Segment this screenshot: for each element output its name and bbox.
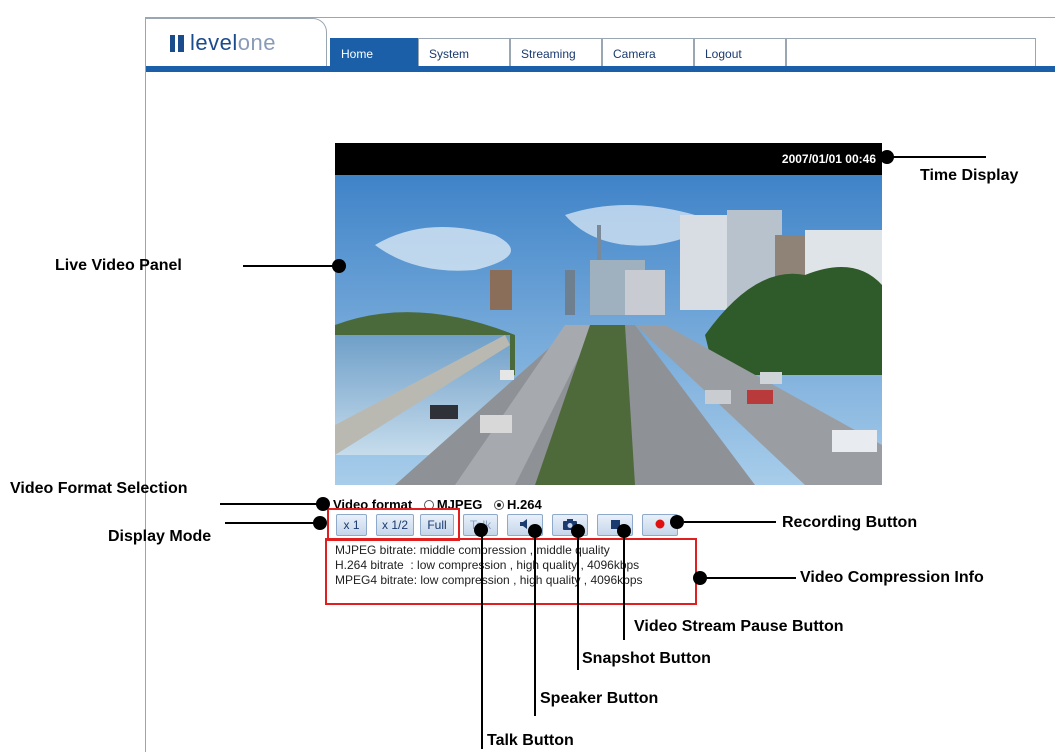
callout-talk: Talk Button (487, 732, 574, 749)
speaker-callout-line (534, 530, 536, 716)
compression-callout-line (706, 577, 796, 579)
header-accent-bar (146, 66, 1055, 72)
callout-speaker: Speaker Button (540, 690, 659, 707)
tab-system[interactable]: System (418, 38, 510, 66)
tab-camera[interactable]: Camera (602, 38, 694, 66)
talk-callout-dot (474, 523, 488, 537)
h264-bitrate-text: H.264 bitrate : low compression , high q… (335, 558, 640, 572)
callout-snapshot: Snapshot Button (582, 650, 711, 667)
recording-callout-line (684, 521, 776, 523)
tab-logout[interactable]: Logout (694, 38, 786, 66)
callout-time-display: Time Display (920, 167, 1019, 184)
levelone-logo-icon (170, 35, 184, 52)
top-nav: Home System Streaming Camera Logout (330, 38, 1036, 66)
levelone-logo: levelone (170, 30, 276, 56)
pause-callout-dot (617, 524, 631, 538)
tab-streaming[interactable]: Streaming (510, 38, 602, 66)
logo-text: level (190, 30, 238, 55)
compression-callout-dot (693, 571, 707, 585)
record-dot-icon (655, 519, 665, 529)
format-callout-line (220, 503, 320, 505)
callout-live-video: Live Video Panel (55, 257, 182, 274)
speaker-callout-dot (528, 524, 542, 538)
live-video-panel (335, 175, 882, 485)
callout-display-mode: Display Mode (108, 528, 212, 545)
callout-pause: Video Stream Pause Button (634, 618, 844, 635)
mpeg4-bitrate-text: MPEG4 bitrate: low compression , high qu… (335, 573, 643, 587)
snapshot-callout-line (577, 530, 579, 670)
callout-compression: Video Compression Info (800, 569, 984, 586)
recording-callout-dot (670, 515, 684, 529)
logo-text-accent: one (237, 30, 276, 55)
live-video-image (335, 175, 882, 485)
live-video-callout-dot (332, 259, 346, 273)
callout-recording: Recording Button (782, 514, 918, 531)
callout-format-selection: Video Format Selection (10, 480, 188, 497)
display-mode-callout-line (225, 522, 317, 524)
snapshot-callout-dot (571, 524, 585, 538)
time-display-callout-line (893, 156, 986, 158)
display-mode-highlight (327, 508, 460, 541)
format-callout-dot (316, 497, 330, 511)
h264-radio[interactable] (493, 500, 504, 510)
display-mode-callout-dot (313, 516, 327, 530)
nav-empty-cell (786, 38, 1036, 66)
talk-callout-line (481, 527, 483, 749)
compression-info: MJPEG bitrate: middle compression , midd… (335, 543, 643, 588)
timestamp: 2007/01/01 00:46 (781, 152, 876, 166)
live-video-callout-line (243, 265, 338, 267)
pause-callout-line (623, 530, 625, 640)
tab-home[interactable]: Home (330, 38, 418, 66)
mjpeg-bitrate-text: MJPEG bitrate: middle compression , midd… (335, 543, 610, 557)
h264-option-label: H.264 (506, 497, 542, 512)
time-display-callout-dot (880, 150, 894, 164)
time-display-bar: 2007/01/01 00:46 (335, 143, 882, 175)
